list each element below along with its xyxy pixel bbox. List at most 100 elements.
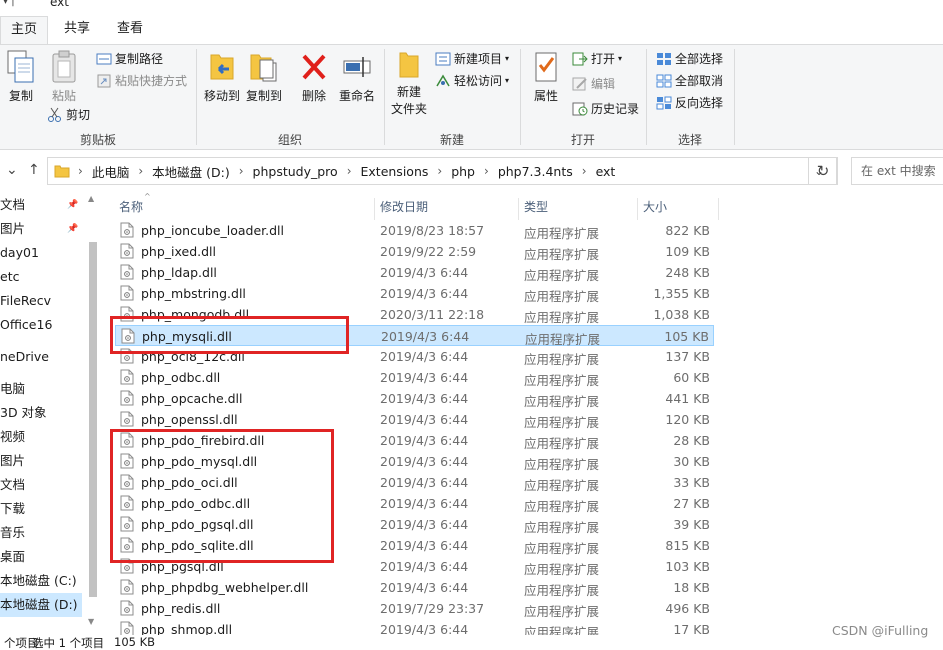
tab-home[interactable]: 主页 <box>0 16 48 44</box>
delete-button[interactable]: 删除 <box>299 49 329 104</box>
nav-item-pictures-pinned[interactable]: 图片 📌 <box>0 217 78 241</box>
breadcrumb-extensions[interactable]: Extensions <box>361 164 429 179</box>
scroll-down-icon[interactable]: ▼ <box>88 617 94 626</box>
file-row[interactable]: php_pdo_oci.dll 2019/4/3 6:44 应用程序扩展 33 KB <box>115 472 714 493</box>
nav-item-music[interactable]: 音乐 <box>0 521 25 545</box>
file-row[interactable]: php_pgsql.dll 2019/4/3 6:44 应用程序扩展 103 KB <box>115 556 714 577</box>
column-date[interactable]: 修改日期 <box>375 196 518 220</box>
column-type[interactable]: 类型 <box>519 196 637 220</box>
tab-share[interactable]: 共享 <box>52 16 102 44</box>
invert-selection-button[interactable]: 反向选择 <box>656 94 723 111</box>
copy-button[interactable]: 复制 <box>4 49 38 104</box>
nav-item-videos[interactable]: 视频 <box>0 425 25 449</box>
scroll-up-icon[interactable]: ▲ <box>88 194 94 203</box>
nav-item-etc[interactable]: etc <box>0 265 19 289</box>
file-row[interactable]: php_opcache.dll 2019/4/3 6:44 应用程序扩展 441 KB <box>115 388 714 409</box>
history-button[interactable]: 历史记录 <box>572 100 639 117</box>
cut-button[interactable]: 剪切 <box>47 106 90 123</box>
breadcrumb-separator-icon[interactable]: › <box>484 164 489 178</box>
file-row[interactable]: php_pdo_firebird.dll 2019/4/3 6:44 应用程序扩展 2… <box>115 430 714 451</box>
rename-button[interactable]: 重命名 <box>337 49 377 104</box>
address-bar[interactable]: › 此电脑 › 本地磁盘 (D:) › phpstudy_pro › Exten… <box>47 157 837 185</box>
file-row[interactable]: php_pdo_mysql.dll 2019/4/3 6:44 应用程序扩展 30 K… <box>115 451 714 472</box>
nav-item-documents-pinned[interactable]: 文档 📌 <box>0 193 78 217</box>
new-item-button[interactable]: 新建项目 ▾ <box>435 50 509 67</box>
easy-access-button[interactable]: 轻松访问 ▾ <box>435 72 509 89</box>
file-row[interactable]: php_mysqli.dll 2019/4/3 6:44 应用程序扩展 105 KB <box>115 325 714 347</box>
copy-path-button[interactable]: 复制路径 <box>96 50 163 67</box>
chevron-down-icon: ▾ <box>618 54 623 63</box>
breadcrumb-ext[interactable]: ext <box>596 164 616 179</box>
paste-button[interactable]: 粘贴 <box>44 49 84 104</box>
up-arrow-icon[interactable]: ↑ <box>28 162 40 178</box>
column-name[interactable]: 名称 <box>114 196 374 220</box>
nav-scrollbar-thumb[interactable] <box>89 242 97 597</box>
breadcrumb-phpstudy[interactable]: phpstudy_pro <box>253 164 338 179</box>
nav-item-onedrive[interactable]: neDrive <box>0 345 49 369</box>
file-name: php_pdo_sqlite.dll <box>141 538 254 553</box>
breadcrumb-this-pc[interactable]: 此电脑 <box>92 162 130 181</box>
breadcrumb-separator-icon[interactable]: › <box>437 164 442 178</box>
copy-to-button[interactable]: 复制到 <box>244 49 284 104</box>
nav-item-downloads[interactable]: 下载 <box>0 497 25 521</box>
file-row[interactable]: php_ldap.dll 2019/4/3 6:44 应用程序扩展 248 KB <box>115 262 714 283</box>
breadcrumb-separator-icon[interactable]: › <box>138 164 143 178</box>
breadcrumb-php734nts[interactable]: php7.3.4nts <box>498 164 573 179</box>
select-all-button[interactable]: 全部选择 <box>656 50 723 67</box>
open-button[interactable]: 打开 ▾ <box>572 50 622 67</box>
file-row[interactable]: php_ixed.dll 2019/9/22 2:59 应用程序扩展 109 KB <box>115 241 714 262</box>
select-none-button[interactable]: 全部取消 <box>656 72 723 89</box>
file-row[interactable]: php_ioncube_loader.dll 2019/8/23 18:57 应用程… <box>115 220 714 241</box>
refresh-button[interactable]: ↻ <box>808 157 838 185</box>
file-row[interactable]: php_odbc.dll 2019/4/3 6:44 应用程序扩展 60 KB <box>115 367 714 388</box>
tab-view[interactable]: 查看 <box>105 16 155 44</box>
properties-button[interactable]: 属性 <box>528 49 564 104</box>
dll-file-icon <box>120 432 134 451</box>
paste-shortcut-button[interactable]: 粘贴快捷方式 <box>96 72 187 89</box>
file-name: php_pdo_pgsql.dll <box>141 517 254 532</box>
nav-item-3d-objects[interactable]: 3D 对象 <box>0 401 47 425</box>
copy-to-icon <box>250 54 277 82</box>
nav-item-drive-c[interactable]: 本地磁盘 (C:) <box>0 569 77 593</box>
easy-access-label: 轻松访问 <box>454 74 503 88</box>
file-size: 248 KB <box>665 265 710 280</box>
file-row[interactable]: php_mongodb.dll 2020/3/11 22:18 应用程序扩展 1,03… <box>115 304 714 325</box>
quick-access-dropdown-icon[interactable]: ▾ | <box>3 0 15 7</box>
file-name: php_pdo_oci.dll <box>141 475 238 490</box>
file-date: 2019/8/23 18:57 <box>380 223 485 238</box>
file-row[interactable]: php_oci8_12c.dll 2019/4/3 6:44 应用程序扩展 137 K… <box>115 346 714 367</box>
breadcrumb-separator-icon[interactable]: › <box>582 164 587 178</box>
file-row[interactable]: php_pdo_pgsql.dll 2019/4/3 6:44 应用程序扩展 39 K… <box>115 514 714 535</box>
file-size: 33 KB <box>673 475 710 490</box>
search-input[interactable]: 在 ext 中搜索 <box>851 157 943 185</box>
breadcrumb-php[interactable]: php <box>451 164 475 179</box>
move-to-button[interactable]: 移动到 <box>202 49 242 104</box>
nav-scrollbar[interactable]: ▲ ▼ <box>84 192 100 635</box>
nav-item-day01[interactable]: day01 <box>0 241 39 265</box>
recent-locations-chevron-icon[interactable]: ⌄ <box>6 162 18 178</box>
file-row[interactable]: php_pdo_sqlite.dll 2019/4/3 6:44 应用程序扩展 815… <box>115 535 714 556</box>
edit-button[interactable]: 编辑 <box>572 75 615 92</box>
nav-item-pictures[interactable]: 图片 <box>0 449 25 473</box>
file-row[interactable]: php_shmop.dll 2019/4/3 6:44 应用程序扩展 17 KB <box>115 619 714 635</box>
breadcrumb-separator-icon[interactable]: › <box>347 164 352 178</box>
file-row[interactable]: php_openssl.dll 2019/4/3 6:44 应用程序扩展 120 KB <box>115 409 714 430</box>
file-row[interactable]: php_mbstring.dll 2019/4/3 6:44 应用程序扩展 1,355… <box>115 283 714 304</box>
file-row[interactable]: php_redis.dll 2019/7/29 23:37 应用程序扩展 496 KB <box>115 598 714 619</box>
breadcrumb-drive-d[interactable]: 本地磁盘 (D:) <box>152 162 230 181</box>
file-row[interactable]: php_phpdbg_webhelper.dll 2019/4/3 6:44 应用程… <box>115 577 714 598</box>
nav-item-documents[interactable]: 文档 <box>0 473 25 497</box>
nav-item-this-pc[interactable]: 电脑 <box>0 377 25 401</box>
nav-item-office16[interactable]: Office16 <box>0 313 52 337</box>
dll-file-icon <box>120 558 134 577</box>
file-row[interactable]: php_pdo_odbc.dll 2019/4/3 6:44 应用程序扩展 27 KB <box>115 493 714 514</box>
nav-item-drive-d[interactable]: 本地磁盘 (D:) <box>0 593 82 617</box>
new-folder-button[interactable]: 新建 文件夹 <box>389 49 429 117</box>
file-date: 2019/4/3 6:44 <box>380 454 469 469</box>
breadcrumb-separator-icon[interactable]: › <box>239 164 244 178</box>
nav-item-filerecv[interactable]: FileRecv <box>0 289 51 313</box>
column-size[interactable]: 大小 <box>638 196 718 220</box>
nav-item-desktop[interactable]: 桌面 <box>0 545 25 569</box>
dll-file-icon <box>121 328 135 347</box>
column-divider[interactable] <box>718 198 719 220</box>
